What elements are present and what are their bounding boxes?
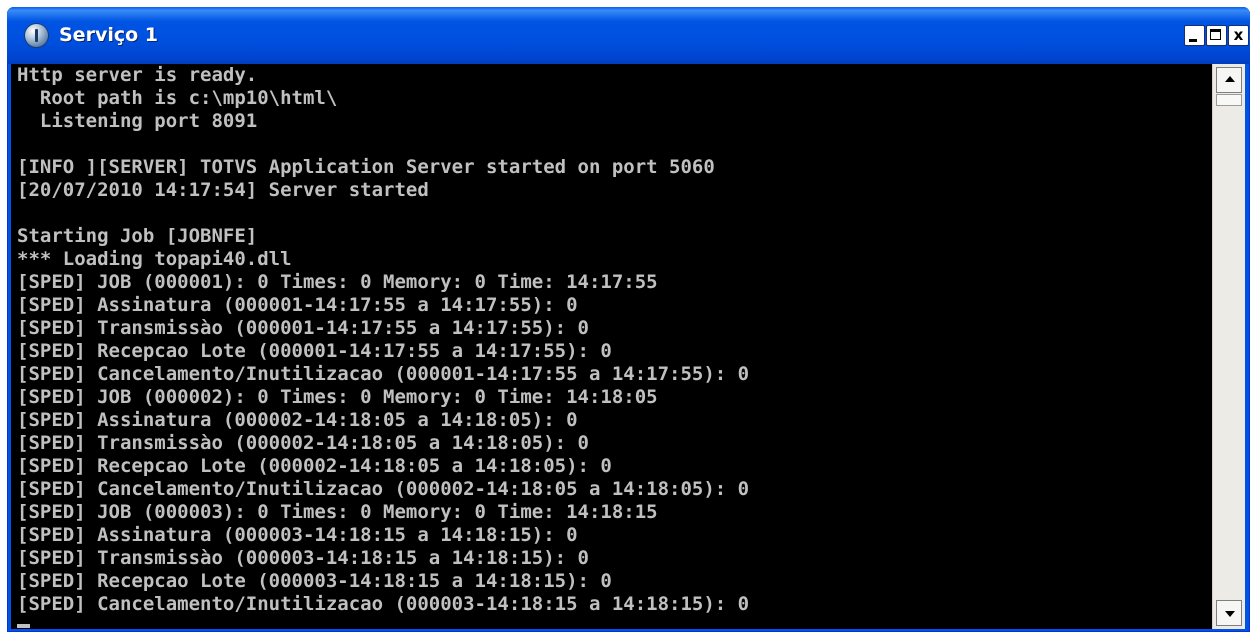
minimize-button[interactable] xyxy=(1184,25,1205,46)
minimize-icon xyxy=(1189,39,1197,42)
console-line: [SPED] Assinatura (000001-14:17:55 a 14:… xyxy=(17,294,578,316)
arrow-up-icon xyxy=(1225,76,1235,82)
scroll-thumb[interactable] xyxy=(1216,94,1242,106)
console-line: Http server is ready. xyxy=(17,64,258,86)
console-line: Starting Job [JOBNFE] xyxy=(17,225,258,247)
console-line: Listening port 8091 xyxy=(17,110,258,132)
service-icon[interactable] xyxy=(25,24,48,47)
console-line: [20/07/2010 14:17:54] Server started xyxy=(17,179,429,201)
text-cursor xyxy=(17,624,30,628)
window-title: Serviço 1 xyxy=(59,24,158,46)
console-line: [SPED] Cancelamento/Inutilizacao (000002… xyxy=(17,478,750,500)
console-line: [SPED] JOB (000001): 0 Times: 0 Memory: … xyxy=(17,271,658,293)
console-line: [SPED] Cancelamento/Inutilizacao (000001… xyxy=(17,363,750,385)
console-line: [SPED] Transmissào (000001-14:17:55 a 14… xyxy=(17,317,589,339)
console-line: [SPED] Recepcao Lote (000001-14:17:55 a … xyxy=(17,340,612,362)
console-line: [SPED] Recepcao Lote (000002-14:18:05 a … xyxy=(17,455,612,477)
console-output[interactable]: Http server is ready. Root path is c:\mp… xyxy=(11,64,1212,629)
console-line: [SPED] Assinatura (000002-14:18:05 a 14:… xyxy=(17,409,578,431)
console-line: [SPED] Cancelamento/Inutilizacao (000003… xyxy=(17,593,750,615)
console-line: [SPED] JOB (000003): 0 Times: 0 Memory: … xyxy=(17,501,658,523)
console-line: [SPED] JOB (000002): 0 Times: 0 Memory: … xyxy=(17,386,658,408)
maximize-icon xyxy=(1210,29,1221,40)
console-line: [SPED] Recepcao Lote (000003-14:18:15 a … xyxy=(17,570,612,592)
maximize-button[interactable] xyxy=(1206,25,1227,46)
vertical-scrollbar[interactable] xyxy=(1212,64,1245,629)
console-line: Root path is c:\mp10\html\ xyxy=(17,87,338,109)
title-bar[interactable]: Serviço 1 x xyxy=(7,7,1250,64)
console-line: [SPED] Assinatura (000003-14:18:15 a 14:… xyxy=(17,524,578,546)
close-icon: x xyxy=(1233,26,1244,44)
console-line: [SPED] Transmissào (000003-14:18:15 a 14… xyxy=(17,547,589,569)
arrow-down-icon xyxy=(1225,611,1235,617)
console-line: *** Loading topapi40.dll xyxy=(17,248,292,270)
close-button[interactable]: x xyxy=(1228,25,1249,46)
console-line: [INFO ][SERVER] TOTVS Application Server… xyxy=(17,156,715,178)
console-window: Serviço 1 x Http server is ready. Root p… xyxy=(7,7,1250,632)
scroll-down-button[interactable] xyxy=(1216,600,1242,626)
console-line: [SPED] Transmissào (000002-14:18:05 a 14… xyxy=(17,432,589,454)
scroll-up-button[interactable] xyxy=(1216,67,1242,93)
